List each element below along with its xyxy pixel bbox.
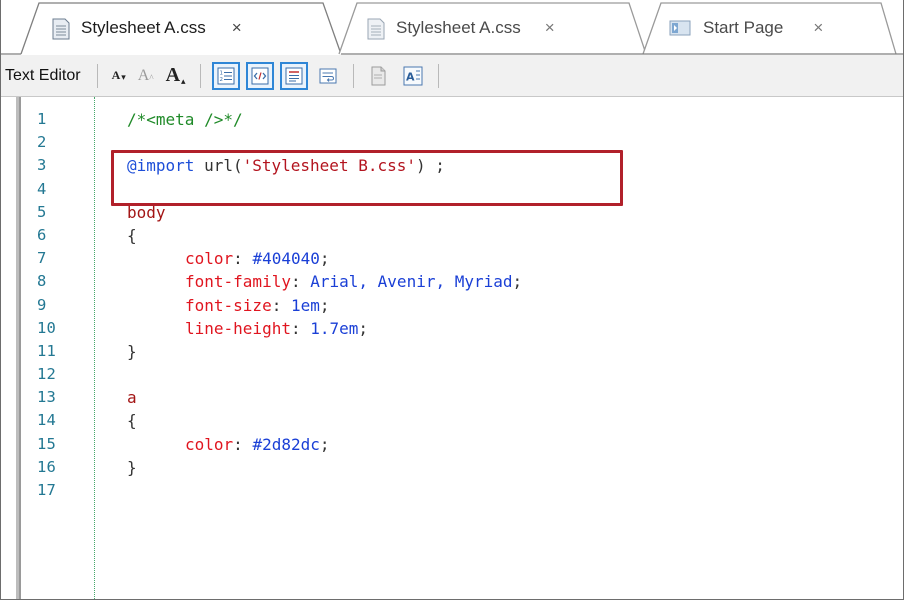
property-name: line-height	[185, 318, 291, 338]
word-wrap-icon	[319, 68, 337, 83]
code-line-10: line-height: 1.7em;	[185, 318, 369, 338]
svg-text:2: 2	[219, 77, 223, 83]
line-numbers-toggle[interactable]: 1 2	[211, 61, 240, 90]
comment-text: /*<meta />*/	[127, 110, 243, 129]
toolbar-separator	[199, 63, 201, 88]
editor-window: Stylesheet A.css × Stylesheet A.css × St…	[0, 0, 904, 600]
gutter-margin-edge	[19, 97, 21, 599]
document-export-icon	[371, 66, 386, 85]
start-page-icon	[669, 18, 691, 38]
line-number-column: 1 2 3 4 5 6 7 8 9 10 11 12 13 14 15 16 1…	[37, 108, 56, 502]
down-arrow-icon: ▾	[121, 72, 126, 82]
line-number: 12	[37, 365, 57, 384]
line-number: 15	[37, 434, 57, 453]
code-line-14: {	[127, 409, 522, 432]
indent-guide	[94, 97, 95, 599]
line-number: 1	[37, 110, 47, 128]
line-number: 6	[37, 225, 47, 244]
tab-title: Start Page	[703, 18, 784, 37]
line-number: 2	[37, 133, 47, 152]
import-highlight-box	[111, 150, 623, 206]
line-number: 17	[37, 481, 57, 499]
code-line-13: a	[127, 386, 522, 409]
tab-close-icon[interactable]: ×	[545, 18, 555, 38]
property-value: 1.7em	[310, 318, 359, 338]
tab-close-icon[interactable]: ×	[813, 18, 823, 38]
line-numbers-icon: 1 2	[217, 67, 235, 84]
code-line-1: /*<meta />*/	[127, 108, 522, 131]
close-brace: }	[127, 341, 137, 361]
text-list-icon	[285, 67, 303, 84]
code-line-6: {	[127, 224, 522, 247]
tab-stylesheet-a[interactable]: Stylesheet A.css ×	[366, 2, 555, 54]
property-name: font-size	[185, 295, 272, 315]
code-line-8: font-family: Arial, Avenir, Myriad;	[185, 272, 523, 292]
tab-title: Stylesheet A.css	[81, 18, 206, 37]
text-format-icon: A	[403, 66, 423, 85]
increase-font-button[interactable]: A ▴	[166, 64, 186, 87]
line-number: 5	[37, 202, 47, 221]
line-number: 3	[37, 156, 47, 175]
line-number: 16	[37, 457, 57, 476]
toolbar-label: Text Editor	[5, 66, 81, 84]
word-wrap-toggle[interactable]	[314, 62, 342, 90]
line-number: 4	[37, 179, 47, 198]
tab-stylesheet-a-active[interactable]: Stylesheet A.css ×	[51, 2, 242, 54]
css-file-icon	[366, 18, 385, 40]
tab-close-icon[interactable]: ×	[232, 18, 242, 38]
line-number: 11	[37, 341, 57, 360]
increase-font-label: A	[165, 64, 181, 86]
reset-font-label: A	[137, 66, 150, 84]
editor-toolbar: Text Editor A ▾ A ^ A ▴ 1 2 A	[1, 55, 903, 97]
code-line-15: color: #2d82dc;	[185, 434, 330, 454]
line-number: 7	[37, 249, 47, 268]
tab-title: Stylesheet A.css	[396, 18, 521, 37]
decrease-font-label: A	[111, 68, 121, 82]
svg-text:1: 1	[219, 70, 223, 76]
toolbar-separator	[352, 63, 354, 88]
up-arrow-icon: ▴	[181, 76, 186, 86]
open-brace: {	[127, 225, 137, 245]
decrease-font-button[interactable]: A ▾	[112, 68, 126, 83]
property-value: 1em	[290, 295, 320, 315]
close-brace: }	[127, 457, 137, 477]
svg-text:A: A	[406, 70, 415, 83]
code-line-9: font-size: 1em;	[185, 295, 330, 315]
selector: a	[127, 388, 137, 408]
code-editor[interactable]: 1 2 3 4 5 6 7 8 9 10 11 12 13 14 15 16 1…	[1, 97, 903, 599]
property-value: Arial, Avenir, Myriad	[310, 272, 513, 292]
css-file-icon	[51, 18, 70, 40]
open-brace: {	[127, 411, 137, 431]
code-line-11: }	[127, 340, 522, 363]
code-line-7: color: #404040;	[185, 249, 330, 269]
toolbar-separator	[437, 63, 439, 88]
tab-start-page[interactable]: Start Page ×	[669, 2, 823, 54]
superscript-mark-icon: ^	[149, 72, 154, 83]
line-number: 8	[37, 272, 47, 291]
text-outline-toggle[interactable]	[279, 61, 308, 90]
reset-font-button[interactable]: A ^	[138, 67, 154, 85]
toolbar-separator	[96, 63, 98, 88]
line-number: 13	[37, 388, 57, 407]
export-button[interactable]	[365, 62, 393, 90]
tab-strip: Stylesheet A.css × Stylesheet A.css × St…	[1, 0, 903, 56]
syntax-highlight-toggle[interactable]	[245, 61, 274, 90]
property-name: color	[185, 249, 234, 269]
property-value: #404040	[252, 249, 320, 269]
line-number: 9	[37, 295, 47, 314]
code-line-16: }	[127, 456, 522, 479]
line-number: 10	[37, 318, 57, 337]
property-name: color	[185, 434, 234, 454]
line-number: 14	[37, 411, 57, 430]
property-name: font-family	[185, 272, 291, 292]
code-tag-icon	[251, 67, 269, 84]
property-value: #2d82dc	[252, 434, 320, 454]
format-text-button[interactable]: A	[399, 62, 427, 90]
